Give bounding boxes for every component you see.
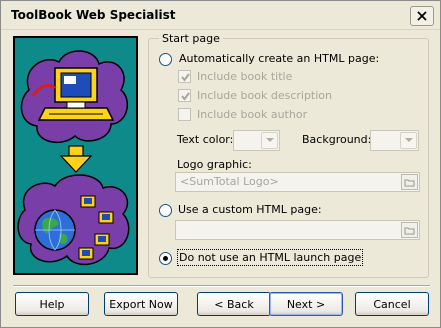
no-launch-page-label[interactable]: Do not use an HTML launch page	[176, 249, 364, 266]
custom-browse-button[interactable]	[401, 222, 418, 238]
back-button[interactable]: < Back	[197, 292, 271, 316]
auto-create-radio[interactable]	[159, 53, 172, 66]
help-button-label: Help	[39, 297, 65, 311]
back-button-label: < Back	[214, 297, 254, 311]
close-button[interactable]	[410, 6, 434, 26]
browse-icon	[404, 179, 415, 186]
arrow-down-icon	[59, 145, 93, 173]
chevron-down-icon	[404, 138, 413, 142]
include-author-checkbox[interactable]	[178, 108, 191, 121]
custom-page-field[interactable]	[175, 220, 420, 240]
check-icon	[181, 73, 190, 82]
computer-illustration-icon	[17, 50, 130, 266]
text-color-label: Text color:	[177, 133, 234, 146]
export-now-button-label: Export Now	[109, 297, 173, 311]
custom-page-radio[interactable]	[159, 204, 172, 217]
start-page-group-title: Start page	[159, 32, 223, 45]
no-launch-page-radio[interactable]	[159, 252, 172, 265]
window-title: ToolBook Web Specialist	[11, 8, 176, 22]
wizard-illustration	[13, 36, 138, 275]
include-description-checkbox[interactable]	[178, 89, 191, 102]
dialog-window: ToolBook Web Specialist Start page Autom…	[0, 0, 441, 328]
background-dropdown-button[interactable]	[400, 132, 417, 149]
include-title-checkbox[interactable]	[178, 70, 191, 83]
next-button-label: Next >	[286, 297, 326, 311]
cancel-button[interactable]: Cancel	[355, 292, 429, 316]
auto-create-label[interactable]: Automatically create an HTML page:	[179, 52, 379, 65]
logo-browse-button[interactable]	[401, 174, 418, 190]
logo-graphic-field[interactable]: <SumTotal Logo>	[175, 172, 420, 192]
cancel-button-label: Cancel	[373, 297, 411, 311]
browse-icon	[404, 227, 415, 234]
background-dropdown[interactable]	[370, 130, 419, 151]
chevron-down-icon	[265, 138, 274, 142]
close-icon	[417, 11, 427, 21]
custom-page-label[interactable]: Use a custom HTML page:	[178, 203, 322, 216]
logo-graphic-value: <SumTotal Logo>	[180, 175, 279, 188]
text-color-dropdown-button[interactable]	[261, 132, 278, 149]
include-author-label: Include book author	[197, 108, 308, 121]
next-button[interactable]: Next >	[269, 292, 343, 316]
text-color-dropdown[interactable]	[233, 130, 280, 151]
check-icon	[181, 92, 190, 101]
button-separator	[13, 285, 430, 287]
background-label: Background:	[302, 133, 372, 146]
logo-graphic-label: Logo graphic:	[177, 158, 252, 171]
include-title-label: Include book title	[197, 70, 293, 83]
help-button[interactable]: Help	[15, 292, 89, 316]
export-now-button[interactable]: Export Now	[104, 292, 178, 316]
include-description-label: Include book description	[197, 89, 333, 102]
title-bar: ToolBook Web Specialist	[1, 1, 440, 30]
